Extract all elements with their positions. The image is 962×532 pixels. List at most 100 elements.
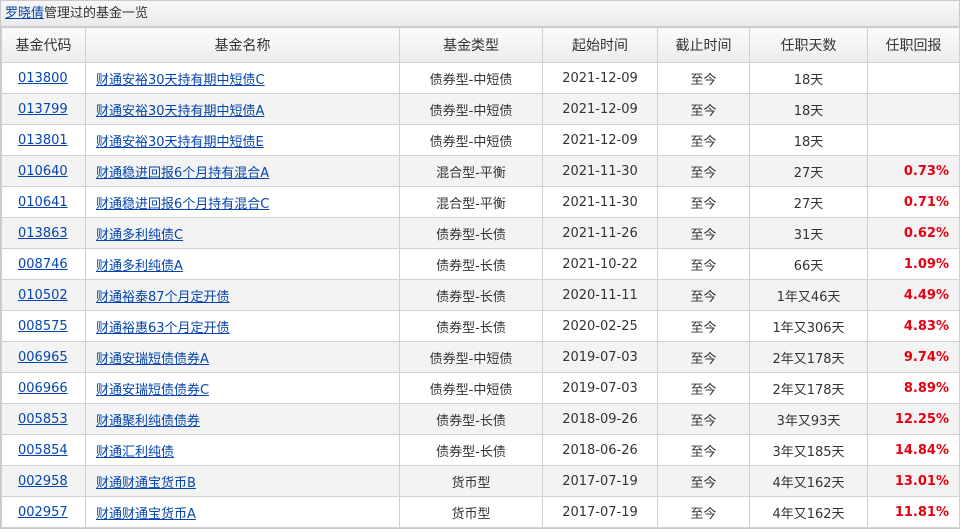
end-date-cell: 至今 [657,62,750,94]
fund-code-cell: 002958 [1,465,86,497]
end-date-cell: 至今 [657,217,750,249]
col-header-days: 任职天数 [749,27,868,63]
table-row: 002958 财通财通宝货币B 货币型 2017-07-19 至今 4年又162天 13.0… [1,465,960,497]
fund-code-cell: 006965 [1,341,86,373]
end-date-cell: 至今 [657,155,750,187]
fund-code-link[interactable]: 010640 [18,164,68,179]
fund-name-link[interactable]: 财通财通宝货币B [96,476,196,491]
fund-code-link[interactable]: 006965 [18,350,68,365]
fund-code-cell: 010640 [1,155,86,187]
fund-code-link[interactable]: 013800 [18,71,68,86]
fund-name-link[interactable]: 财通汇利纯债 [96,445,174,460]
col-header-end: 截止时间 [657,27,750,63]
fund-name-link[interactable]: 财通聚利纯债债券 [96,414,200,429]
fund-name-cell: 财通聚利纯债债券 [85,403,400,435]
tenure-return-cell: 0.71% [867,186,960,218]
fund-type-cell: 债券型-长债 [399,434,543,466]
manager-name-link[interactable]: 罗晓倩 [5,6,44,21]
fund-code-link[interactable]: 013863 [18,226,68,241]
tenure-return-cell: 9.74% [867,341,960,373]
fund-table: 基金代码 基金名称 基金类型 起始时间 截止时间 任职天数 任职回报 01380… [1,27,960,528]
table-row: 010640 财通稳进回报6个月持有混合A 混合型-平衡 2021-11-30 至今 27… [1,155,960,187]
fund-code-link[interactable]: 002957 [18,505,68,520]
fund-code-link[interactable]: 002958 [18,474,68,489]
fund-code-link[interactable]: 010502 [18,288,68,303]
fund-code-link[interactable]: 013801 [18,133,68,148]
fund-name-link[interactable]: 财通裕惠63个月定开债 [96,321,230,336]
fund-name-link[interactable]: 财通安裕30天持有期中短债A [96,104,264,119]
fund-code-cell: 010502 [1,279,86,311]
tenure-days-cell: 66天 [749,248,868,280]
table-row: 005854 财通汇利纯债 债券型-长债 2018-06-26 至今 3年又185天 14.… [1,434,960,466]
tenure-return-cell: 8.89% [867,372,960,404]
tenure-days-cell: 27天 [749,155,868,187]
fund-code-link[interactable]: 013799 [18,102,68,117]
start-date-cell: 2021-11-30 [542,155,658,187]
fund-name-cell: 财通多利纯债C [85,217,400,249]
fund-code-cell: 008575 [1,310,86,342]
table-body: 013800 财通安裕30天持有期中短债C 债券型-中短债 2021-12-09 至今 1… [1,62,960,528]
tenure-return-cell: 4.49% [867,279,960,311]
fund-name-link[interactable]: 财通安瑞短债债券C [96,383,209,398]
table-row: 013800 财通安裕30天持有期中短债C 债券型-中短债 2021-12-09 至今 1… [1,62,960,94]
fund-code-link[interactable]: 005854 [18,443,68,458]
fund-type-cell: 债券型-长债 [399,217,543,249]
fund-name-link[interactable]: 财通安裕30天持有期中短债E [96,135,264,150]
table-row: 010502 财通裕泰87个月定开债 债券型-长债 2020-11-11 至今 1年又46… [1,279,960,311]
start-date-cell: 2017-07-19 [542,496,658,528]
tenure-return-cell: 0.73% [867,155,960,187]
fund-name-link[interactable]: 财通财通宝货币A [96,507,196,522]
tenure-return-cell: 13.01% [867,465,960,497]
fund-code-link[interactable]: 008575 [18,319,68,334]
fund-type-cell: 债券型-长债 [399,248,543,280]
col-header-name: 基金名称 [85,27,400,63]
fund-code-cell: 005853 [1,403,86,435]
start-date-cell: 2019-07-03 [542,372,658,404]
fund-name-link[interactable]: 财通裕泰87个月定开债 [96,290,230,305]
fund-name-link[interactable]: 财通稳进回报6个月持有混合A [96,166,269,181]
tenure-days-cell: 1年又306天 [749,310,868,342]
tenure-days-cell: 2年又178天 [749,372,868,404]
tenure-days-cell: 18天 [749,62,868,94]
fund-type-cell: 混合型-平衡 [399,155,543,187]
fund-name-link[interactable]: 财通稳进回报6个月持有混合C [96,197,269,212]
fund-history-panel: 罗晓倩管理过的基金一览 基金代码 基金名称 基金类型 起始时间 截止时间 任职天… [0,0,960,529]
fund-code-cell: 010641 [1,186,86,218]
col-header-start: 起始时间 [542,27,658,63]
fund-code-link[interactable]: 008746 [18,257,68,272]
end-date-cell: 至今 [657,372,750,404]
fund-name-cell: 财通财通宝货币A [85,496,400,528]
table-row: 013799 财通安裕30天持有期中短债A 债券型-中短债 2021-12-09 至今 1… [1,93,960,125]
fund-code-cell: 013799 [1,93,86,125]
col-header-type: 基金类型 [399,27,543,63]
start-date-cell: 2017-07-19 [542,465,658,497]
start-date-cell: 2021-10-22 [542,248,658,280]
end-date-cell: 至今 [657,434,750,466]
tenure-days-cell: 3年又185天 [749,434,868,466]
end-date-cell: 至今 [657,248,750,280]
fund-name-link[interactable]: 财通多利纯债A [96,259,183,274]
fund-name-link[interactable]: 财通安瑞短债债券A [96,352,209,367]
tenure-return-cell: 0.62% [867,217,960,249]
tenure-return-cell [867,62,960,94]
fund-type-cell: 债券型-中短债 [399,341,543,373]
tenure-days-cell: 4年又162天 [749,496,868,528]
table-row: 013863 财通多利纯债C 债券型-长债 2021-11-26 至今 31天 0.62% [1,217,960,249]
fund-name-cell: 财通安裕30天持有期中短债A [85,93,400,125]
fund-code-cell: 006966 [1,372,86,404]
fund-code-link[interactable]: 010641 [18,195,68,210]
start-date-cell: 2021-12-09 [542,93,658,125]
fund-type-cell: 债券型-中短债 [399,62,543,94]
fund-name-cell: 财通安瑞短债债券A [85,341,400,373]
panel-title-suffix: 管理过的基金一览 [44,6,149,21]
fund-code-link[interactable]: 006966 [18,381,68,396]
fund-code-link[interactable]: 005853 [18,412,68,427]
fund-name-cell: 财通安裕30天持有期中短债E [85,124,400,156]
start-date-cell: 2018-09-26 [542,403,658,435]
tenure-return-cell: 11.81% [867,496,960,528]
tenure-return-cell [867,124,960,156]
fund-name-link[interactable]: 财通多利纯债C [96,228,183,243]
panel-title: 罗晓倩管理过的基金一览 [1,1,959,27]
fund-name-link[interactable]: 财通安裕30天持有期中短债C [96,73,265,88]
tenure-days-cell: 3年又93天 [749,403,868,435]
